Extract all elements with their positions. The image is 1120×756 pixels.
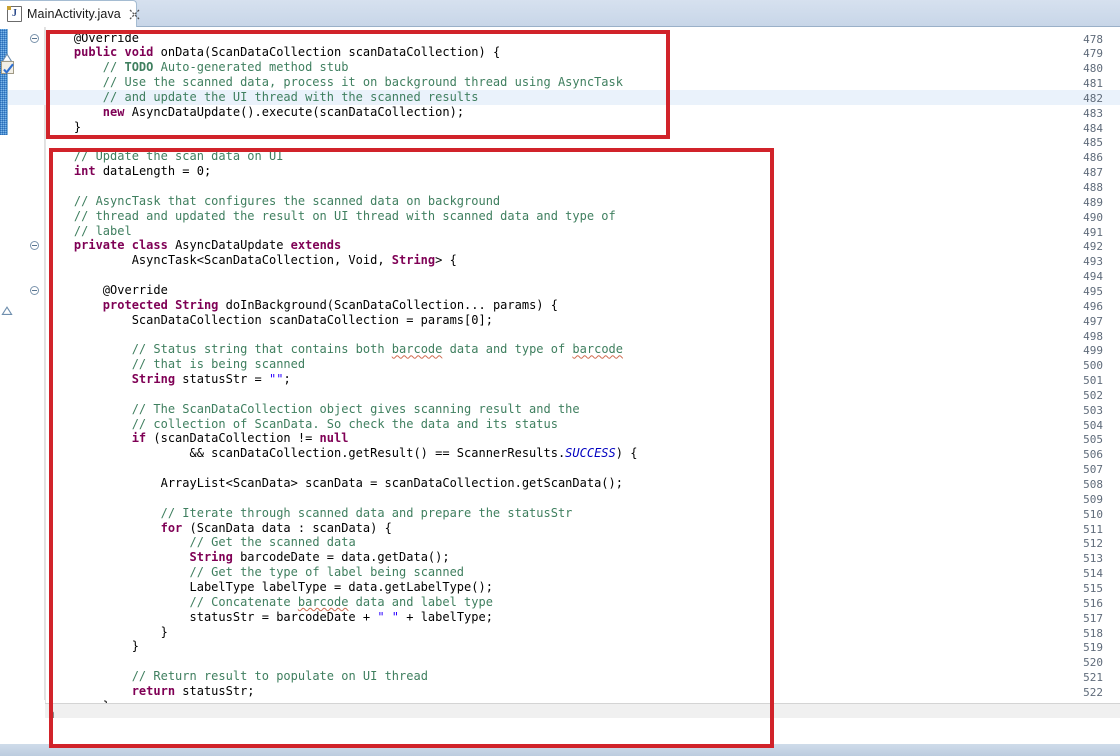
code-text[interactable]: @Override public void onData(ScanDataCol… — [45, 27, 1120, 730]
fold-collapse-icon[interactable] — [30, 34, 39, 43]
code-line[interactable]: // and update the UI thread with the sca… — [45, 90, 478, 105]
code-line[interactable]: // The ScanDataCollection object gives s… — [45, 402, 580, 417]
code-line[interactable]: && scanDataCollection.getResult() == Sca… — [45, 446, 637, 461]
code-line[interactable]: // Status string that contains both barc… — [45, 342, 623, 357]
code-editor-area[interactable]: 4784794804814824834844854864874884894904… — [0, 27, 1120, 730]
code-line[interactable]: for (ScanData data : scanData) { — [45, 521, 392, 536]
code-line[interactable]: return statusStr; — [45, 684, 255, 699]
window-bottom-bar — [0, 744, 1120, 756]
code-line[interactable]: // Get the scanned data — [45, 535, 356, 550]
arrow-left-icon[interactable] — [47, 706, 58, 717]
code-line[interactable]: LabelType labelType = data.getLabelType(… — [45, 580, 493, 595]
code-line[interactable]: if (scanDataCollection != null — [45, 431, 348, 446]
code-line[interactable]: ScanDataCollection scanDataCollection = … — [45, 313, 493, 328]
horizontal-scrollbar[interactable] — [45, 703, 1120, 718]
change-indicator-bar — [0, 29, 8, 136]
code-line[interactable]: } — [45, 120, 81, 135]
editor-bottom-strip — [0, 718, 1120, 730]
code-line[interactable]: // Iterate through scanned data and prep… — [45, 506, 572, 521]
code-line[interactable]: // TODO Auto-generated method stub — [45, 60, 348, 75]
code-line[interactable]: } — [45, 625, 168, 640]
code-line[interactable]: @Override — [45, 31, 139, 46]
tab-label: MainActivity.java — [27, 7, 121, 21]
eclipse-editor-window: J MainActivity.java 47847948048148248348… — [0, 0, 1120, 756]
editor-tab-bar: J MainActivity.java — [0, 0, 1120, 27]
code-line[interactable]: } — [45, 639, 139, 654]
code-line[interactable]: new AsyncDataUpdate().execute(scanDataCo… — [45, 105, 464, 120]
code-line[interactable]: // label — [45, 224, 132, 239]
code-line[interactable]: protected String doInBackground(ScanData… — [45, 298, 558, 313]
code-line[interactable]: // Get the type of label being scanned — [45, 565, 464, 580]
code-line[interactable]: // thread and updated the result on UI t… — [45, 209, 616, 224]
todo-task-icon[interactable] — [1, 61, 14, 74]
code-line[interactable]: // Return result to populate on UI threa… — [45, 669, 428, 684]
java-file-icon: J — [7, 6, 22, 22]
code-line[interactable]: String statusStr = ""; — [45, 372, 291, 387]
code-line[interactable]: public void onData(ScanDataCollection sc… — [45, 45, 500, 60]
code-line[interactable]: String barcodeDate = data.getData(); — [45, 550, 450, 565]
code-line[interactable]: // AsyncTask that configures the scanned… — [45, 194, 500, 209]
override-triangle-icon[interactable] — [1, 301, 13, 311]
java-file-icon-letter: J — [12, 9, 17, 19]
code-line[interactable]: int dataLength = 0; — [45, 164, 211, 179]
code-line[interactable]: // collection of ScanData. So check the … — [45, 417, 558, 432]
close-x-icon[interactable] — [129, 9, 140, 20]
code-line[interactable]: @Override — [45, 283, 168, 298]
code-line[interactable]: AsyncTask<ScanDataCollection, Void, Stri… — [45, 253, 457, 268]
code-line[interactable]: // Concatenate barcode data and label ty… — [45, 595, 493, 610]
code-line[interactable]: // Update the scan data on UI — [45, 149, 283, 164]
code-line[interactable]: private class AsyncDataUpdate extends — [45, 238, 341, 253]
code-line[interactable]: statusStr = barcodeDate + " " + labelTyp… — [45, 610, 493, 625]
override-triangle-icon[interactable] — [1, 48, 13, 58]
code-line[interactable]: ArrayList<ScanData> scanData = scanDataC… — [45, 476, 623, 491]
fold-collapse-icon[interactable] — [30, 286, 39, 295]
code-line[interactable]: // that is being scanned — [45, 357, 305, 372]
tab-mainactivity-java[interactable]: J MainActivity.java — [0, 0, 137, 27]
code-line[interactable]: // Use the scanned data, process it on b… — [45, 75, 623, 90]
